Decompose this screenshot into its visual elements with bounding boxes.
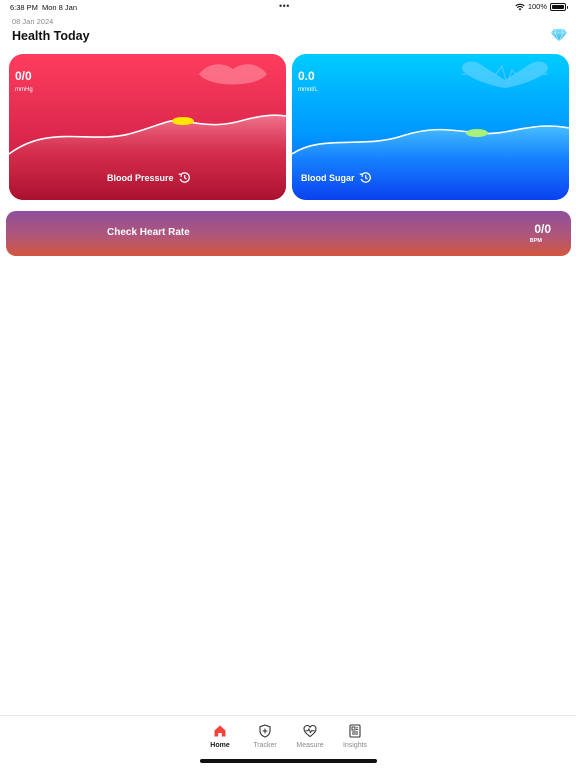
blood-sugar-label-row[interactable]: Blood Sugar [301, 171, 372, 184]
home-indicator[interactable] [200, 759, 377, 763]
blood-pressure-value: 0/0 [15, 69, 32, 83]
page-title: Health Today [12, 29, 90, 43]
heartbeat-icon [462, 61, 548, 88]
status-time: 6:38 PM [10, 3, 38, 12]
heart-pulse-icon [303, 724, 317, 738]
tab-label: Measure [296, 742, 324, 749]
tab-tracker[interactable]: Tracker [243, 724, 287, 749]
tab-measure[interactable]: Measure [288, 724, 332, 749]
status-indicators: 100% [515, 2, 568, 11]
blood-pressure-unit: mmHg [15, 87, 33, 93]
blood-sugar-value: 0.0 [298, 69, 315, 83]
lips-icon [199, 64, 267, 85]
heart-rate-unit: BPM [529, 238, 542, 244]
battery-percent: 100% [527, 2, 547, 11]
battery-level [552, 4, 564, 9]
tab-insights[interactable]: Insights [333, 724, 377, 749]
heart-rate-title: Check Heart Rate [107, 227, 190, 238]
tab-label: Insights [342, 742, 368, 749]
blood-sugar-unit: mmol/L [298, 87, 318, 93]
header-date: 08 Jan 2024 [12, 17, 54, 26]
history-icon[interactable] [359, 171, 372, 184]
multitasking-dots-icon[interactable]: ••• [279, 1, 290, 11]
tab-label: Tracker [253, 742, 277, 749]
blood-sugar-label: Blood Sugar [301, 172, 355, 183]
wifi-icon [515, 3, 525, 10]
diamond-icon[interactable] [551, 28, 567, 42]
blood-sugar-marker [466, 129, 488, 137]
tab-label: Home [210, 742, 230, 749]
status-date: Mon 8 Jan [42, 3, 78, 12]
status-bar: 6:38 PM Mon 8 Jan ••• 100% [0, 0, 576, 14]
battery-icon [550, 2, 568, 11]
heart-rate-value: 0/0 [534, 222, 551, 236]
history-icon[interactable] [178, 171, 191, 184]
check-heart-rate-button[interactable]: Check Heart Rate 0/0 BPM [6, 211, 571, 256]
blood-sugar-card[interactable]: 0.0 mmol/L Blood Sugar [292, 54, 569, 200]
home-icon [214, 725, 226, 737]
tab-home[interactable]: Home [198, 724, 242, 749]
blood-pressure-marker [172, 117, 194, 125]
document-icon [349, 724, 361, 738]
blood-pressure-card[interactable]: 0/0 mmHg Blood Pressure [9, 54, 286, 200]
blood-pressure-label: Blood Pressure [107, 172, 174, 183]
blood-pressure-label-row[interactable]: Blood Pressure [107, 171, 191, 184]
shield-plus-icon [259, 724, 271, 738]
